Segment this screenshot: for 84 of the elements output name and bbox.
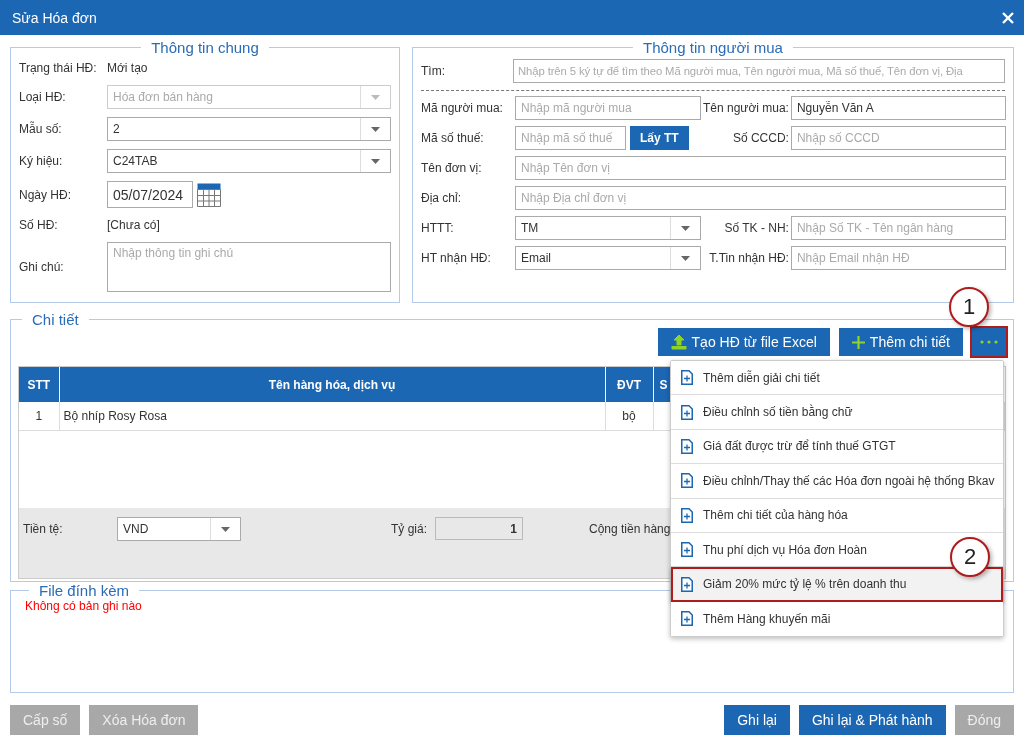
field-label: Số CCCD: — [731, 131, 789, 145]
field-label: Số HĐ: — [19, 218, 59, 232]
column-header: ĐVT — [605, 367, 653, 402]
text-field[interactable]: Nhập Số TK - Tên ngân hàng — [790, 216, 1006, 240]
document-plus-icon — [681, 507, 693, 523]
plus-icon — [851, 335, 865, 349]
table-cell: Bộ nhíp Rosy Rosa — [59, 402, 605, 431]
caret-icon — [371, 126, 380, 132]
document-plus-icon — [681, 438, 693, 454]
document-plus-icon — [681, 611, 693, 627]
column-header: STT — [19, 367, 59, 402]
step-number: 1 — [949, 287, 989, 327]
select-field[interactable]: Email — [515, 246, 701, 270]
select-field[interactable]: VND — [117, 517, 241, 541]
field-label: Cộng tiền hàng — [589, 522, 671, 536]
text-field[interactable]: Nhập Địa chỉ đơn vị — [515, 186, 1006, 210]
menu-item[interactable]: Giá đất được trừ để tính thuế GTGT — [671, 429, 1003, 465]
field-label: HT nhận HĐ: — [421, 251, 492, 265]
text-field[interactable]: Nhập số CCCD — [790, 126, 1006, 150]
document-plus-icon — [681, 404, 693, 420]
upload-icon — [670, 334, 687, 350]
field-label: Mẫu số: — [19, 122, 63, 136]
field-label: Tỷ giá: — [391, 522, 427, 536]
field-label: Ghi chú: — [19, 260, 65, 274]
table-cell: bộ — [605, 402, 653, 431]
menu-item[interactable]: Thêm diễn giải chi tiết — [671, 361, 1003, 396]
empty-message: Không có bản ghi nào — [25, 599, 142, 613]
text-field[interactable]: Nguyễn Văn A — [790, 96, 1006, 120]
caret-icon — [681, 225, 690, 231]
caret-icon — [371, 94, 380, 100]
field-label: Trạng thái HĐ: — [19, 61, 98, 75]
field-label: HTTT: — [421, 221, 455, 235]
field-label: Mã người mua: — [421, 101, 504, 115]
section-title: Thông tin người mua — [642, 39, 784, 56]
text-field[interactable]: Nhập mã người mua — [515, 96, 701, 120]
select-field[interactable]: C24TAB — [107, 149, 391, 173]
field-label: Số TK - NH: — [723, 221, 789, 235]
search-field[interactable]: Nhập trên 5 ký tự để tìm theo Mã người mua, Tên người mua, Mã số thuế, Tên đơn vị, Địa — [513, 59, 1005, 83]
field-label: T.Tin nhận HĐ: — [708, 251, 789, 265]
document-plus-icon — [681, 576, 693, 592]
menu-item[interactable]: Điều chỉnh/Thay thế các Hóa đơn ngoài hệ thống Bkav — [671, 464, 1003, 499]
field-label: Tên người mua: — [703, 101, 789, 115]
field-label: Loại HĐ: — [19, 90, 67, 104]
select-field[interactable]: 2 — [107, 117, 391, 141]
section-title: Thông tin chung — [150, 39, 260, 56]
field-label: Tên đơn vị: — [421, 161, 483, 175]
add-button[interactable]: Thêm chi tiết — [838, 328, 963, 356]
field-label: Tiền tệ: — [23, 522, 64, 536]
text-field[interactable]: Nhập Email nhận HĐ — [790, 246, 1006, 270]
field-value: [Chưa có] — [107, 218, 160, 232]
rate-field[interactable]: 1 — [435, 517, 523, 540]
field-label: Mã số thuế: — [421, 131, 485, 145]
field-label: Ký hiệu: — [19, 154, 64, 168]
text-field[interactable]: Nhập mã số thuế — [515, 126, 626, 150]
menu-item[interactable]: Điều chỉnh số tiền bằng chữ — [671, 395, 1003, 430]
action-button[interactable]: Ghi lại & Phát hành — [798, 705, 946, 735]
section-title: File đính kèm — [38, 582, 131, 599]
column-header: Tên hàng hóa, dịch vụ — [59, 367, 605, 402]
document-plus-icon — [681, 542, 693, 558]
document-plus-icon — [681, 370, 693, 386]
caret-icon — [221, 526, 230, 532]
document-plus-icon — [681, 473, 693, 489]
field-value: Mới tạo — [107, 61, 148, 75]
window-title: Sửa Hóa đơn — [12, 9, 97, 26]
field-label: Địa chỉ: — [421, 191, 462, 205]
date-field[interactable]: 05/07/2024 — [107, 181, 193, 208]
table-cell: 1 — [19, 402, 59, 431]
text-field[interactable]: Nhập Tên đơn vị — [515, 156, 1006, 180]
caret-icon — [681, 255, 690, 261]
calendar-icon[interactable] — [197, 182, 221, 207]
select-field[interactable]: TM — [515, 216, 701, 240]
action-button[interactable]: Ghi lại — [724, 705, 790, 735]
field-label: Ngày HĐ: — [19, 187, 72, 202]
more-icon — [980, 340, 998, 344]
field-label: Tìm: — [421, 64, 446, 78]
section-title: Chi tiết — [31, 311, 80, 328]
close-icon[interactable] — [1002, 11, 1014, 24]
menu-item[interactable]: Giảm 20% mức tỷ lệ % trên doanh thu — [671, 567, 1003, 602]
menu-item[interactable]: Thêm Hàng khuyến mãi — [671, 601, 1003, 637]
caret-icon — [371, 158, 380, 164]
import-button[interactable]: Tạo HĐ từ file Excel — [657, 328, 830, 356]
note-field[interactable]: Nhập thông tin ghi chú — [107, 242, 391, 292]
lookup-button[interactable]: Lấy TT — [630, 126, 689, 150]
menu-item[interactable]: Thêm chi tiết của hàng hóa — [671, 498, 1003, 533]
